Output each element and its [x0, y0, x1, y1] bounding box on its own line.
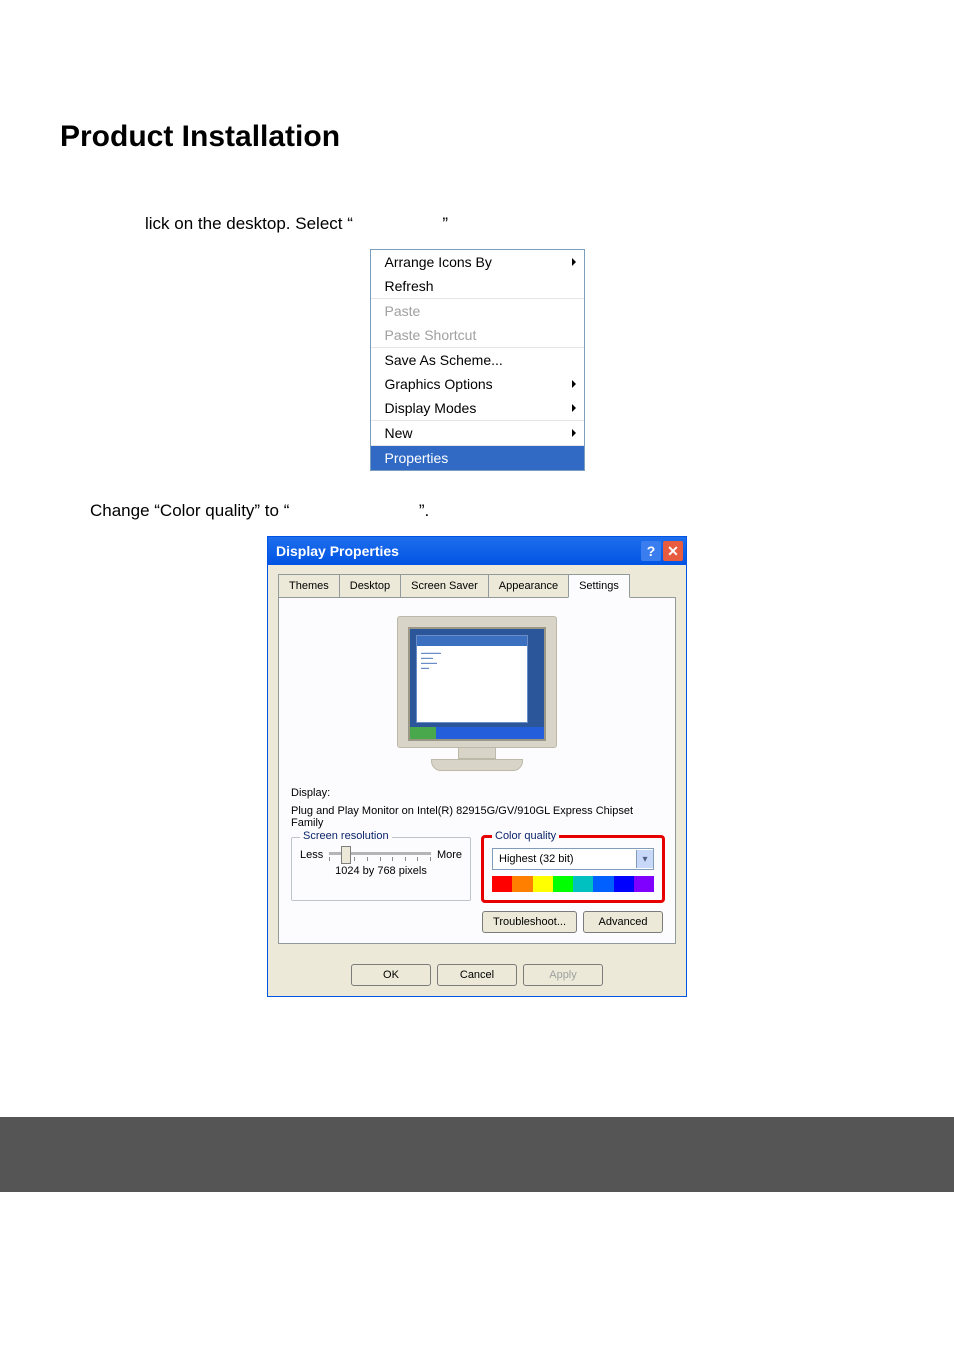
submenu-arrow-icon [572, 404, 576, 412]
page-heading: Product Installation [60, 120, 894, 154]
menu-properties[interactable]: Properties [371, 446, 584, 470]
submenu-arrow-icon [572, 429, 576, 437]
menu-item-label: Paste [385, 303, 421, 319]
color-quality-select[interactable]: Highest (32 bit) ▾ [492, 848, 654, 870]
apply-button: Apply [523, 964, 603, 986]
slider-less-label: Less [300, 849, 323, 861]
step-2-text-after: ”. [419, 501, 429, 520]
dropdown-arrow-icon: ▾ [636, 850, 653, 868]
dialog-tabs: Themes Desktop Screen Saver Appearance S… [278, 573, 676, 598]
page-footer-band [0, 1117, 954, 1192]
color-quality-swatch [492, 876, 654, 892]
tab-screen-saver[interactable]: Screen Saver [400, 574, 489, 597]
menu-item-label: Arrange Icons By [385, 254, 492, 270]
menu-item-label: Display Modes [385, 400, 477, 416]
help-icon: ? [647, 543, 656, 559]
menu-refresh[interactable]: Refresh [371, 274, 584, 298]
menu-save-as-scheme[interactable]: Save As Scheme... [371, 348, 584, 372]
slider-more-label: More [437, 849, 462, 861]
advanced-button[interactable]: Advanced [583, 911, 663, 933]
screen-resolution-group: Screen resolution Less More 1024 b [291, 837, 471, 901]
step-2-text: Change “Color quality” to “ ”. [90, 501, 894, 521]
menu-display-modes[interactable]: Display Modes [371, 396, 584, 420]
step-2-text-before: Change “Color quality” to “ [90, 501, 289, 520]
slider-thumb[interactable] [341, 846, 351, 864]
tab-appearance[interactable]: Appearance [488, 574, 569, 597]
desktop-context-menu: Arrange Icons By Refresh Paste Paste Sho… [370, 249, 585, 471]
tab-themes[interactable]: Themes [278, 574, 340, 597]
menu-paste: Paste [371, 299, 584, 323]
cancel-button[interactable]: Cancel [437, 964, 517, 986]
dialog-title-text: Display Properties [276, 543, 399, 559]
monitor-preview: ▬▬▬▬▬▬▬▬▬▬▬▬▬▬ [397, 616, 557, 771]
submenu-arrow-icon [572, 258, 576, 266]
step-1-text-after: ” [442, 214, 448, 233]
color-quality-group: Color quality Highest (32 bit) ▾ [483, 837, 663, 901]
menu-item-label: Graphics Options [385, 376, 493, 392]
display-properties-dialog: Display Properties ? ✕ Themes Desktop Sc… [267, 536, 687, 997]
menu-item-label: Refresh [385, 278, 434, 294]
menu-item-label: Paste Shortcut [385, 327, 477, 343]
menu-item-label: Properties [385, 450, 449, 466]
menu-arrange-icons-by[interactable]: Arrange Icons By [371, 250, 584, 274]
menu-new[interactable]: New [371, 421, 584, 445]
menu-paste-shortcut: Paste Shortcut [371, 323, 584, 347]
resolution-slider[interactable] [329, 848, 431, 861]
screen-resolution-title: Screen resolution [300, 830, 392, 842]
help-button[interactable]: ? [641, 541, 661, 561]
tab-settings[interactable]: Settings [568, 574, 630, 598]
tab-desktop[interactable]: Desktop [339, 574, 401, 597]
step-1-text: lick on the desktop. Select “ ” [145, 214, 894, 234]
ok-button[interactable]: OK [351, 964, 431, 986]
close-button[interactable]: ✕ [663, 541, 683, 561]
menu-graphics-options[interactable]: Graphics Options [371, 372, 584, 396]
submenu-arrow-icon [572, 380, 576, 388]
menu-item-label: Save As Scheme... [385, 352, 503, 368]
color-quality-value: Highest (32 bit) [493, 853, 636, 865]
display-value: Plug and Play Monitor on Intel(R) 82915G… [291, 805, 663, 829]
resolution-value: 1024 by 768 pixels [300, 865, 462, 877]
troubleshoot-button[interactable]: Troubleshoot... [482, 911, 577, 933]
display-label: Display: [291, 787, 663, 799]
dialog-title-bar: Display Properties ? ✕ [268, 537, 686, 565]
menu-item-label: New [385, 425, 413, 441]
step-1-text-before: lick on the desktop. Select “ [145, 214, 353, 233]
close-icon: ✕ [667, 543, 679, 560]
color-quality-title: Color quality [492, 830, 559, 842]
